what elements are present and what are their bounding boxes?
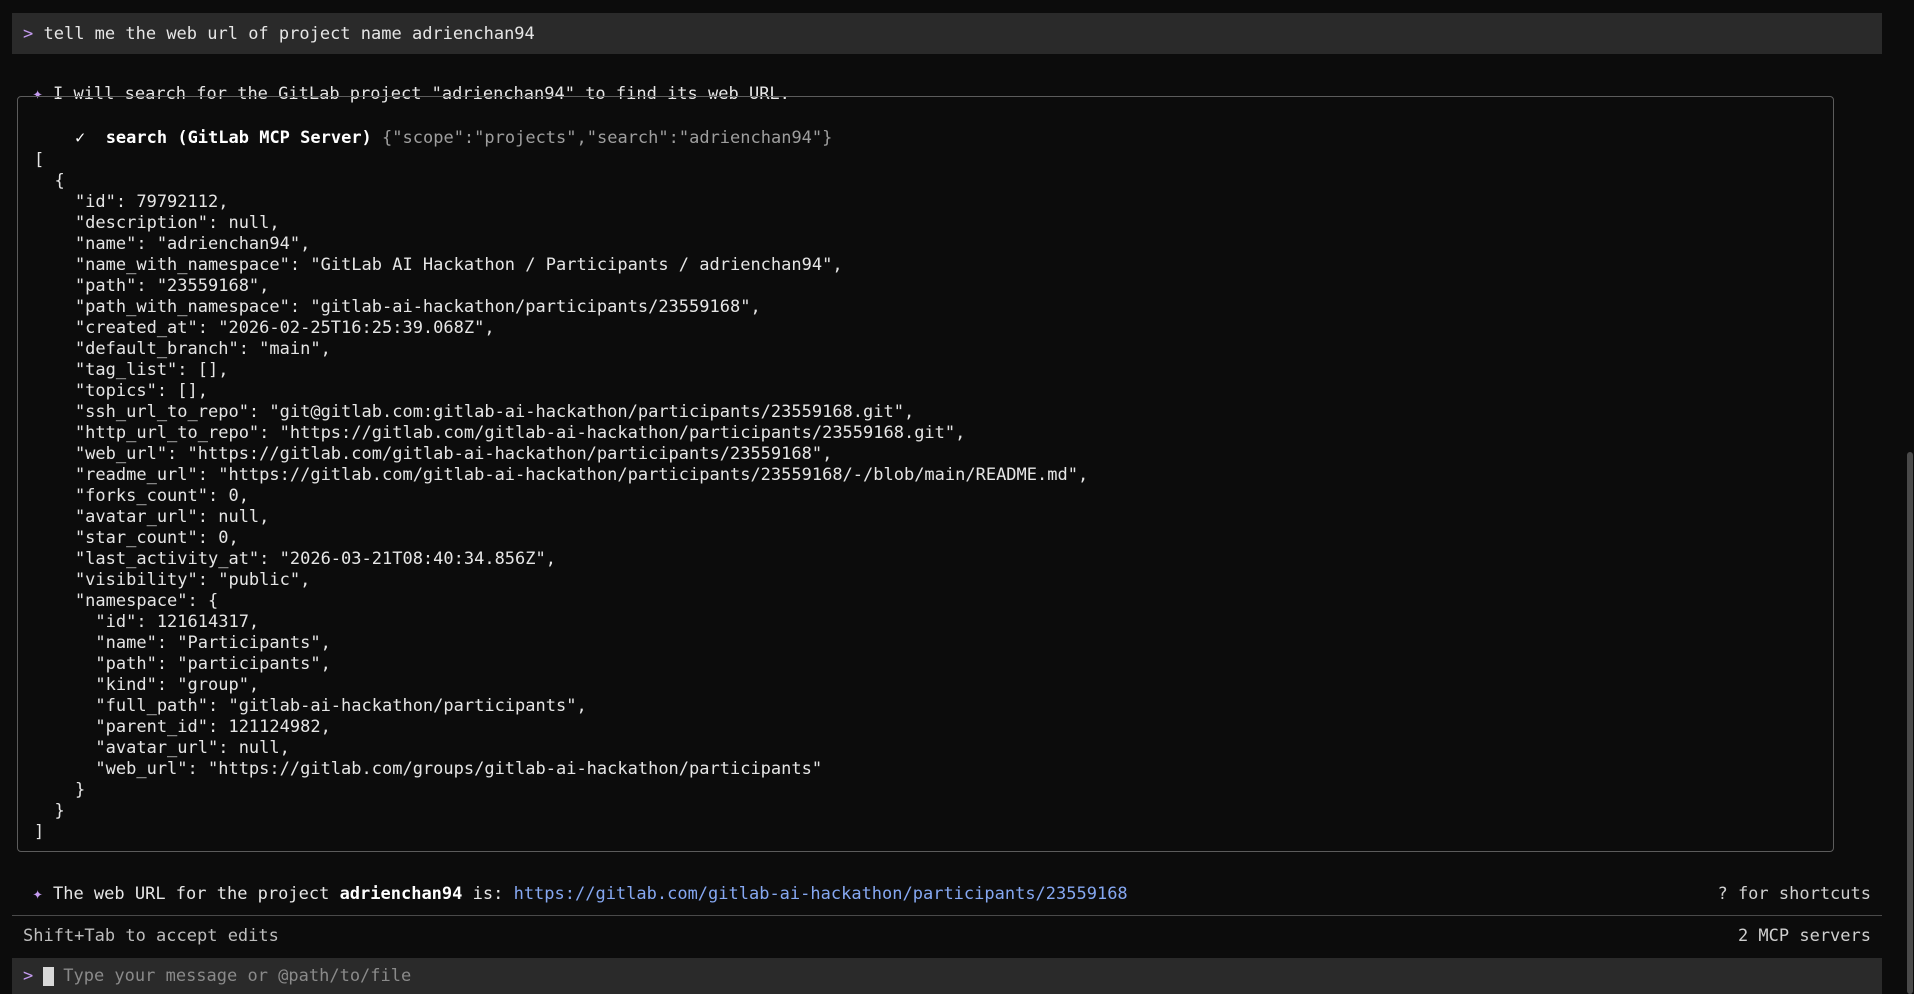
user-prompt-row: > tell me the web url of project name ad… [12, 13, 1882, 54]
result-middle: is: [462, 884, 514, 904]
tool-output-line: } [34, 780, 86, 800]
tool-output-line: "name_with_namespace": "GitLab AI Hackat… [34, 255, 843, 275]
tool-output-line: ] [34, 822, 45, 842]
tool-output-line: "parent_id": 121124982, [34, 717, 331, 737]
tool-output-line: "namespace": { [34, 591, 219, 611]
tool-output-line: [ [34, 150, 45, 170]
tool-output-line: "forks_count": 0, [34, 486, 249, 506]
tool-call-box: ✓ search (GitLab MCP Server) {"scope":"p… [17, 96, 1834, 852]
tool-output-line: "star_count": 0, [34, 528, 239, 548]
tool-output-line: "kind": "group", [34, 675, 260, 695]
checkmark-icon: ✓ [74, 128, 86, 148]
tool-output-line: "ssh_url_to_repo": "git@gitlab.com:gitla… [34, 402, 915, 422]
tool-output-line: "id": 79792112, [34, 192, 229, 212]
user-prompt-text: tell me the web url of project name adri… [43, 23, 535, 44]
shortcuts-hint: ? for shortcuts [1717, 884, 1871, 904]
tool-output-line: "web_url": "https://gitlab.com/gitlab-ai… [34, 444, 833, 464]
tool-name: search (GitLab MCP Server) [105, 128, 372, 148]
scrollbar-track[interactable] [1904, 0, 1914, 994]
sparkle-icon: ✦ [32, 884, 43, 904]
tool-output-line: "path_with_namespace": "gitlab-ai-hackat… [34, 297, 761, 317]
footer-divider [12, 915, 1882, 916]
tool-output-line: "tag_list": [], [34, 360, 229, 380]
assistant-result-line: ✦ The web URL for the project adrienchan… [12, 864, 1128, 904]
tool-output: [ { "id": 79792112, "description": null,… [34, 150, 1088, 843]
tool-output-line: "web_url": "https://gitlab.com/groups/gi… [34, 759, 823, 779]
result-project-name: adrienchan94 [339, 884, 463, 904]
tool-output-line: { [34, 171, 65, 191]
tool-output-line: "path": "23559168", [34, 276, 270, 296]
result-prefix: The web URL for the project [52, 884, 340, 904]
tool-output-line: "path": "participants", [34, 654, 331, 674]
tool-args: {"scope":"projects","search":"adrienchan… [382, 128, 833, 148]
tool-output-line: "readme_url": "https://gitlab.com/gitlab… [34, 465, 1089, 485]
tool-output-line: } [34, 801, 65, 821]
tool-output-line: "avatar_url": null, [34, 738, 290, 758]
tool-output-line: "last_activity_at": "2026-03-21T08:40:34… [34, 549, 556, 569]
tool-output-line: "default_branch": "main", [34, 339, 331, 359]
result-url-link[interactable]: https://gitlab.com/gitlab-ai-hackathon/p… [514, 884, 1128, 904]
mcp-server-status[interactable]: 2 MCP servers [1738, 926, 1871, 946]
tool-output-line: "created_at": "2026-02-25T16:25:39.068Z"… [34, 318, 495, 338]
scrollbar-thumb[interactable] [1907, 452, 1913, 994]
tool-output-line: "name": "Participants", [34, 633, 331, 653]
tool-output-line: "full_path": "gitlab-ai-hackathon/partic… [34, 696, 587, 716]
message-input[interactable] [63, 966, 1764, 986]
accept-edits-hint: Shift+Tab to accept edits [23, 926, 279, 946]
tool-output-line: "description": null, [34, 213, 280, 233]
tool-output-line: "http_url_to_repo": "https://gitlab.com/… [34, 423, 966, 443]
tool-output-line: "avatar_url": null, [34, 507, 270, 527]
text-cursor [43, 966, 55, 986]
tool-output-line: "topics": [], [34, 381, 208, 401]
tool-output-line: "visibility": "public", [34, 570, 311, 590]
message-input-bar[interactable]: > [12, 958, 1882, 994]
input-caret: > [23, 966, 34, 986]
tool-output-line: "name": "adrienchan94", [34, 234, 311, 254]
tool-output-line: "id": 121614317, [34, 612, 260, 632]
prompt-caret: > [23, 23, 34, 44]
